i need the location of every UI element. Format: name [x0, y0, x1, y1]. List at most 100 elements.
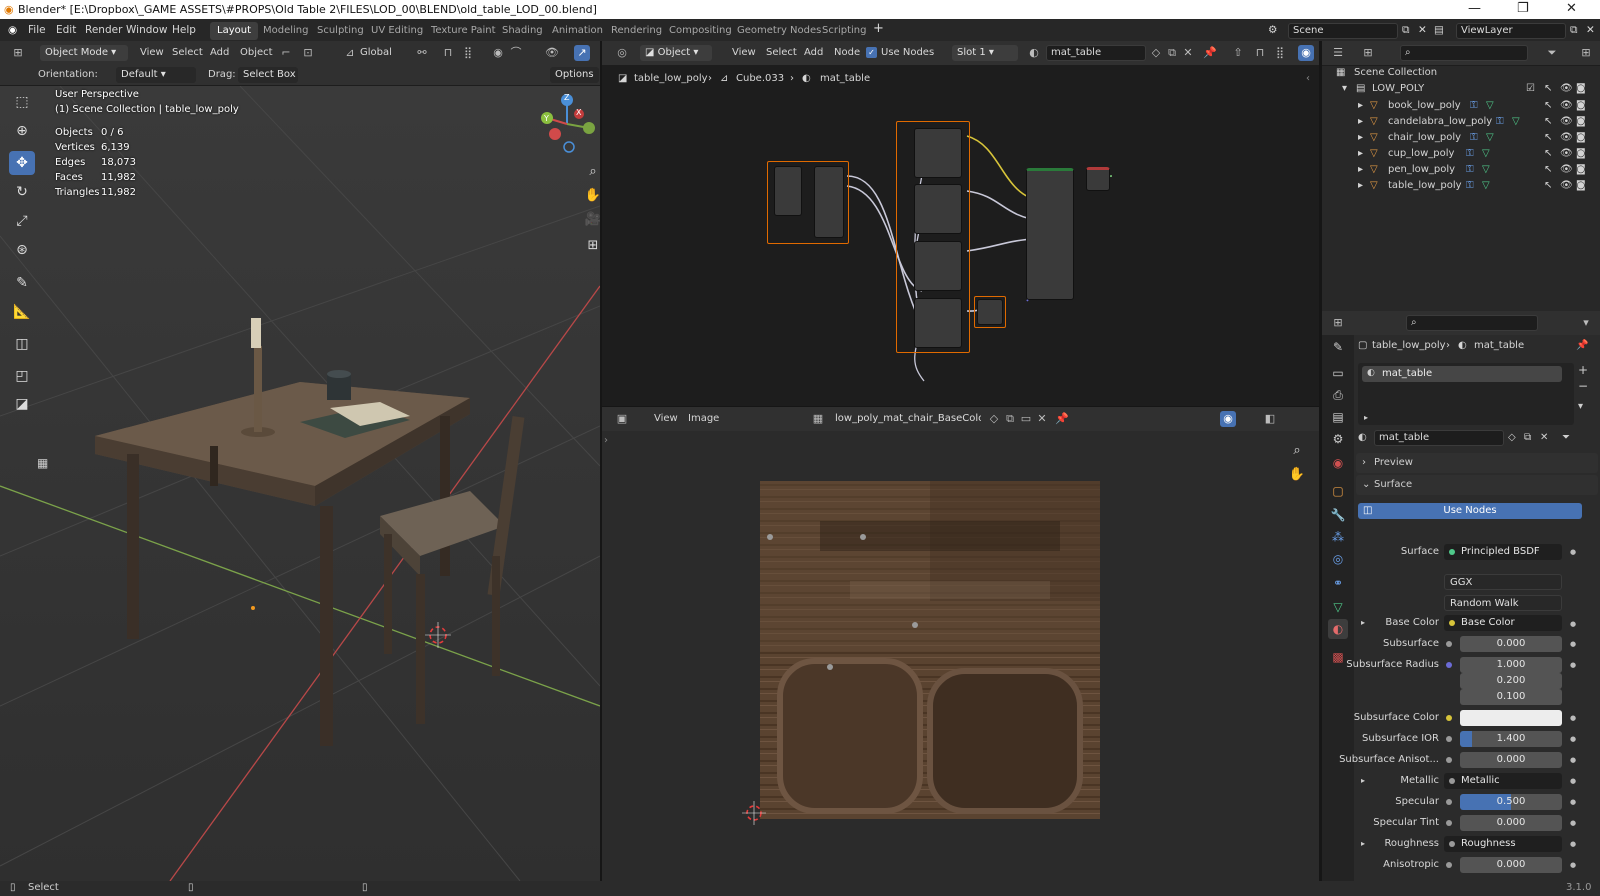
- camera-view-icon[interactable]: 🎥: [583, 210, 600, 230]
- roughness-field[interactable]: Roughness: [1444, 836, 1562, 852]
- material-duplicate-icon[interactable]: ⧉: [1524, 432, 1531, 443]
- perspective-toggle-icon[interactable]: ⊞: [583, 236, 600, 256]
- object-eye-icon[interactable]: 👁: [1560, 116, 1573, 127]
- zoom-icon[interactable]: ⌕: [583, 162, 600, 182]
- parent-node-icon[interactable]: ⇧: [1230, 45, 1246, 61]
- outliner-object-row[interactable]: ▸ ▽ chair_low_poly ⚿ ▽ ↖ 👁 ◙: [1322, 131, 1600, 147]
- node-menu-add[interactable]: Add: [804, 47, 823, 58]
- fake-user-icon[interactable]: ◇: [1148, 45, 1164, 61]
- collection-render-icon[interactable]: ◙: [1576, 83, 1586, 94]
- image-overlay-icon[interactable]: ◉: [1220, 411, 1236, 427]
- collection-expand-icon[interactable]: ▾: [1342, 83, 1347, 94]
- roughness-expand-icon[interactable]: ▸: [1361, 839, 1365, 848]
- slot-menu-icon[interactable]: ▾: [1578, 401, 1583, 412]
- outliner-object-row[interactable]: ▸ ▽ cup_low_poly ⚿ ▽ ↖ 👁 ◙: [1322, 147, 1600, 163]
- image-menu-image[interactable]: Image: [688, 413, 719, 424]
- viewport-menu-add[interactable]: Add: [210, 47, 229, 58]
- object-select-icon[interactable]: ↖: [1544, 132, 1552, 143]
- object-expand-icon[interactable]: ▸: [1358, 180, 1363, 191]
- material-name-field[interactable]: mat_table: [1374, 430, 1504, 446]
- keyframe-dot-icon[interactable]: ●: [1570, 661, 1576, 669]
- texture-tab-icon[interactable]: ▩: [1328, 647, 1348, 667]
- node-snap-icon[interactable]: ⊓: [1252, 45, 1268, 61]
- preview-panel-header[interactable]: › Preview: [1356, 453, 1598, 473]
- node-overlay-icon[interactable]: ◉: [1298, 45, 1314, 61]
- image-unlink-icon[interactable]: ✕: [1034, 411, 1050, 427]
- options-dropdown[interactable]: Options: [550, 67, 599, 83]
- node-menu-view[interactable]: View: [732, 47, 756, 58]
- object-render-icon[interactable]: ◙: [1576, 132, 1586, 143]
- outliner-search-input[interactable]: ⌕: [1400, 45, 1528, 61]
- delete-scene-icon[interactable]: ✕: [1418, 24, 1427, 36]
- object-select-icon[interactable]: ↖: [1544, 148, 1552, 159]
- area-separator-vertical-2[interactable]: [1319, 41, 1322, 881]
- distribution-selector[interactable]: GGX: [1444, 574, 1562, 590]
- proportional-edit-icon[interactable]: ◉: [490, 45, 506, 61]
- object-select-icon[interactable]: ↖: [1544, 180, 1552, 191]
- delete-view-layer-icon[interactable]: ✕: [1586, 24, 1595, 36]
- outliner-object-row[interactable]: ▸ ▽ pen_low_poly ⚿ ▽ ↖ 👁 ◙: [1322, 163, 1600, 179]
- tab-compositing[interactable]: Compositing: [662, 22, 739, 40]
- annotate-tool-icon[interactable]: ✎: [9, 271, 35, 295]
- view-layer-icon[interactable]: ▤: [1434, 24, 1444, 36]
- image-open-icon[interactable]: ▭: [1018, 411, 1034, 427]
- viewport-menu-view[interactable]: View: [140, 47, 164, 58]
- subsurface-method-selector[interactable]: Random Walk: [1444, 595, 1562, 611]
- extra-tool-2-icon[interactable]: ◪: [9, 392, 35, 416]
- keyframe-dot-icon[interactable]: ●: [1570, 548, 1576, 556]
- image-pan-icon[interactable]: ✋: [1287, 465, 1307, 485]
- extra-tool-icon[interactable]: ◰: [9, 364, 35, 388]
- object-expand-icon[interactable]: ▸: [1358, 100, 1363, 111]
- surface-panel-header[interactable]: ⌄ Surface: [1356, 475, 1598, 495]
- node-snap-target-icon[interactable]: ⣿: [1272, 45, 1288, 61]
- node-image-texture-4[interactable]: [914, 298, 962, 348]
- node-image-texture-2[interactable]: [914, 184, 962, 234]
- constraints-tab-icon[interactable]: ⚭: [1328, 573, 1348, 593]
- measure-tool-icon[interactable]: 📐: [9, 300, 35, 324]
- keyframe-dot-icon[interactable]: ●: [1570, 861, 1576, 869]
- duplicate-material-icon[interactable]: ⧉: [1164, 45, 1180, 61]
- tab-animation[interactable]: Animation: [545, 22, 610, 40]
- keyframe-dot-icon[interactable]: ●: [1570, 620, 1576, 628]
- scene-tab-icon[interactable]: ⚙: [1328, 429, 1348, 449]
- 3d-viewport[interactable]: User Perspective (1) Scene Collection | …: [0, 86, 600, 881]
- object-render-icon[interactable]: ◙: [1576, 148, 1586, 159]
- material-browse-icon[interactable]: ◐: [1358, 432, 1367, 443]
- menu-edit[interactable]: Edit: [56, 24, 76, 36]
- object-expand-icon[interactable]: ▸: [1358, 148, 1363, 159]
- keyframe-dot-icon[interactable]: ●: [1570, 735, 1576, 743]
- image-pin-icon[interactable]: 📌: [1054, 411, 1070, 427]
- use-nodes-button[interactable]: ◫ Use Nodes: [1358, 503, 1582, 519]
- visibility-icon[interactable]: 👁: [544, 45, 560, 61]
- subsurface-field[interactable]: 0.000: [1460, 636, 1562, 652]
- keyframe-dot-icon[interactable]: ●: [1570, 714, 1576, 722]
- outliner-object-row[interactable]: ▸ ▽ table_low_poly ⚿ ▽ ↖ 👁 ◙: [1322, 179, 1600, 195]
- object-select-icon[interactable]: ↖: [1544, 164, 1552, 175]
- output-tab-icon[interactable]: ⎙: [1328, 385, 1348, 405]
- transform-tool-icon[interactable]: ⊛: [9, 238, 35, 262]
- snap-target-icon[interactable]: ⣿: [460, 45, 476, 61]
- select-box-tool-icon[interactable]: ⬚: [9, 90, 35, 114]
- object-select-icon[interactable]: ↖: [1544, 100, 1552, 111]
- scene-selector[interactable]: Scene: [1288, 23, 1398, 39]
- falloff-icon[interactable]: ⌒: [508, 45, 524, 61]
- tab-sculpting[interactable]: Sculpting: [310, 22, 371, 40]
- image-display-channels-icon[interactable]: ◧: [1262, 411, 1278, 427]
- menu-help[interactable]: Help: [172, 24, 196, 36]
- viewport-menu-object[interactable]: Object: [240, 47, 273, 58]
- render-tab-icon[interactable]: ▭: [1328, 363, 1348, 383]
- tab-uv-editing[interactable]: UV Editing: [364, 22, 430, 40]
- material-tab-icon[interactable]: ◐: [1328, 619, 1348, 639]
- material-link-filter-icon[interactable]: ⏷: [1562, 432, 1570, 443]
- tab-geometry-nodes[interactable]: Geometry Nodes: [730, 22, 828, 40]
- outliner[interactable]: ▦ Scene Collection ▾ ▤ LOW_POLY ☑ ↖ 👁 ◙ …: [1322, 66, 1600, 311]
- toolbar-toggle-icon[interactable]: ▦: [37, 456, 48, 470]
- node-material-field[interactable]: mat_table: [1046, 45, 1146, 61]
- pin-icon[interactable]: 📌: [1202, 45, 1218, 61]
- keyframe-dot-icon[interactable]: ●: [1570, 840, 1576, 848]
- collection-select-icon[interactable]: ↖: [1544, 83, 1552, 94]
- node-image-texture-3[interactable]: [914, 241, 962, 291]
- image-browse-icon[interactable]: ▦: [810, 411, 826, 427]
- node-texcoord[interactable]: [774, 166, 802, 216]
- image-name-field[interactable]: low_poly_mat_chair_BaseColor.png: [830, 411, 982, 427]
